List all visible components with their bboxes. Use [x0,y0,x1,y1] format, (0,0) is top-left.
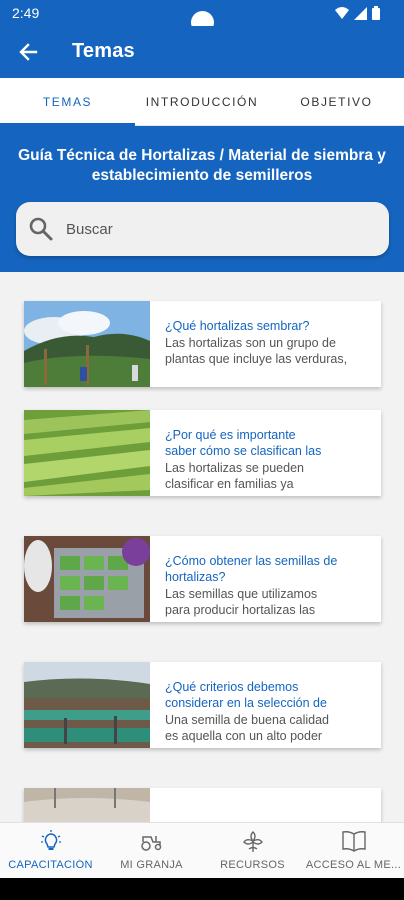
book-icon [341,831,366,852]
topic-image [24,662,150,748]
nav-label: RECURSOS [220,859,285,871]
bottom-navigation: CAPACITACIÓN MI GRANJA RECURSOS ACCESO A… [0,822,404,878]
topics-list[interactable]: ¿Qué hortalizas sembrar? Las hortalizas … [0,272,404,822]
back-button[interactable] [14,38,42,66]
search-input[interactable] [66,216,366,242]
topic-title: ¿Cómo obtener las semillas de [165,554,338,568]
nav-label: CAPACITACIÓN [8,859,93,871]
app-bar: Temas [0,26,404,78]
plant-icon [242,831,263,852]
guide-title-line-1: Guía Técnica de Hortalizas / Material de… [18,147,386,164]
tractor-icon [140,836,161,851]
topic-card[interactable]: ¿Cómo obtener las semillas de hortalizas… [24,536,381,622]
search-icon [29,217,53,241]
arrow-back-icon [19,43,38,61]
wifi-icon [335,7,349,19]
topic-title: ¿Qué hortalizas sembrar? [165,319,310,333]
topic-description-line-2: para producir hortalizas las [165,603,316,617]
topic-card-partial[interactable] [24,788,381,822]
topic-card[interactable]: ¿Qué criterios debemos considerar en la … [24,662,381,748]
nav-label: ACCESO AL ME... [305,859,402,871]
topic-image [24,788,150,822]
guide-title-line-2: establecimiento de semilleros [91,167,313,184]
lightbulb-icon [40,830,61,850]
status-time: 2:49 [12,5,40,21]
topic-description-line-2: plantas que incluye las verduras, [165,352,348,366]
nav-mi-granja[interactable]: MI GRANJA [101,823,202,879]
status-icons [335,6,380,20]
topic-description-line-2: es aquella con un alto poder [165,729,323,743]
topic-title: ¿Qué criterios debemos [165,680,299,694]
topic-title: ¿Por qué es importante [165,428,296,442]
search-bar[interactable] [16,202,389,256]
system-navigation-bar [0,878,404,900]
topic-title-line-2: hortalizas? [165,570,226,584]
nav-label: MI GRANJA [120,859,183,871]
topic-image [24,410,150,496]
nav-capacitacion[interactable]: CAPACITACIÓN [0,823,101,879]
nav-acceso-al-mercado[interactable]: ACCESO AL ME... [303,823,404,879]
tab-bar: TEMAS INTRODUCCIÓN OBJETIVO [0,78,404,126]
topic-description: Las hortalizas son un grupo de [165,336,336,350]
topic-image [24,536,150,622]
topic-card[interactable]: ¿Por qué es importante saber cómo se cla… [24,410,381,496]
topic-title-line-2: saber cómo se clasifican las [165,444,322,458]
topic-description: Las semillas que utilizamos [165,587,318,601]
tab-temas[interactable]: TEMAS [0,78,135,126]
tab-introduccion[interactable]: INTRODUCCIÓN [135,78,269,126]
battery-icon [372,6,380,20]
topic-title-line-2: considerar en la selección de [165,696,327,710]
guide-header: Guía Técnica de Hortalizas / Material de… [0,126,404,272]
tab-objetivo[interactable]: OBJETIVO [269,78,404,126]
topic-description-line-2: clasificar en familias ya [165,477,294,491]
signal-icon [354,6,367,20]
topic-description: Una semilla de buena calidad [165,713,329,727]
topic-card[interactable]: ¿Qué hortalizas sembrar? Las hortalizas … [24,301,381,387]
topic-image [24,301,150,387]
guide-title: Guía Técnica de Hortalizas / Material de… [0,146,404,186]
status-bar: 2:49 [0,0,404,34]
nav-recursos[interactable]: RECURSOS [202,823,303,879]
page-title: Temas [72,40,135,62]
topic-description: Las hortalizas se pueden [165,461,304,475]
